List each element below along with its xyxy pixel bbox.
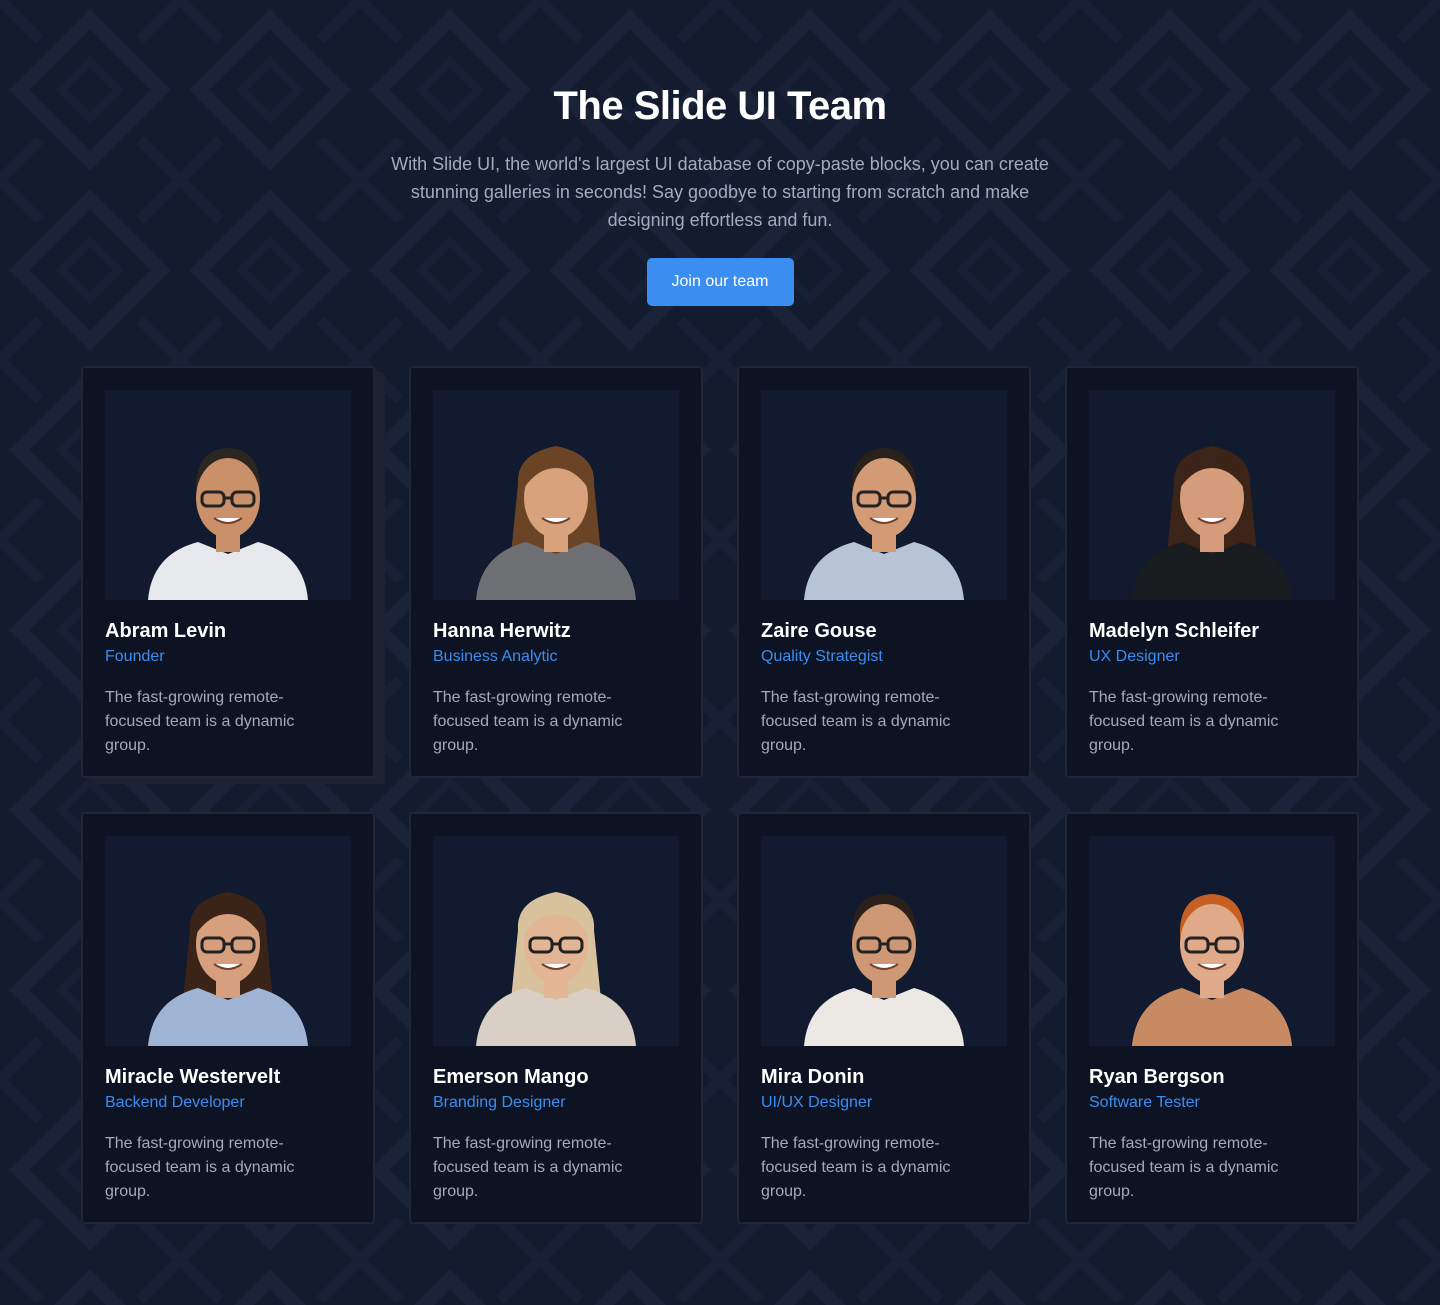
team-card: Emerson Mango Branding Designer The fast-g… (409, 812, 703, 1224)
portrait-illustration (804, 448, 964, 600)
team-card: Mira Donin UI/UX Designer The fast-growing… (737, 812, 1031, 1224)
portrait-illustration (148, 448, 308, 600)
team-member-name: Miracle Westervelt (105, 1066, 281, 1088)
team-member-photo (1089, 390, 1335, 600)
team-member-photo (761, 390, 1007, 600)
team-member-bio: The fast-growing remote-focused team is … (433, 1135, 623, 1200)
team-card: Ryan Bergson Software Tester The fast-grow… (1065, 812, 1359, 1224)
team-grid: Abram Levin Founder The fast-growing remot… (81, 366, 1359, 1224)
team-card: Abram Levin Founder The fast-growing remot… (81, 366, 375, 778)
team-member-role: UI/UX Designer (761, 1094, 873, 1111)
team-member-name: Madelyn Schleifer (1089, 620, 1260, 642)
portrait-illustration (804, 894, 964, 1046)
team-member-bio: The fast-growing remote-focused team is … (1089, 1135, 1279, 1200)
team-member-photo (433, 836, 679, 1046)
team-card: Zaire Gouse Quality Strategist The fast-gr… (737, 366, 1031, 778)
team-member-photo (761, 836, 1007, 1046)
team-member-bio: The fast-growing remote-focused team is … (105, 1135, 295, 1200)
team-member-bio: The fast-growing remote-focused team is … (761, 1135, 951, 1200)
team-member-photo (105, 836, 351, 1046)
team-member-name: Abram Levin (105, 620, 227, 642)
team-member-role: Founder (105, 648, 165, 665)
team-member-role: UX Designer (1089, 648, 1180, 665)
team-member-role: Backend Developer (105, 1094, 245, 1111)
portrait-illustration (1132, 446, 1292, 600)
team-member-bio: The fast-growing remote-focused team is … (105, 689, 295, 754)
team-card: Miracle Westervelt Backend Developer The f… (81, 812, 375, 1224)
hero-section: The Slide UI Team With Slide UI, the wor… (0, 0, 1440, 306)
page-title: The Slide UI Team (553, 84, 887, 128)
team-card: Madelyn Schleifer UX Designer The fast-gro… (1065, 366, 1359, 778)
team-card: Hanna Herwitz Business Analytic The fast-g… (409, 366, 703, 778)
portrait-illustration (148, 892, 308, 1046)
team-member-name: Mira Donin (761, 1066, 865, 1088)
join-team-button[interactable]: Join our team (646, 258, 794, 306)
team-member-bio: The fast-growing remote-focused team is … (433, 689, 623, 754)
team-member-name: Emerson Mango (433, 1066, 589, 1088)
team-member-role: Quality Strategist (761, 648, 883, 665)
team-member-photo (1089, 836, 1335, 1046)
team-member-role: Software Tester (1089, 1094, 1200, 1111)
team-member-bio: The fast-growing remote-focused team is … (761, 689, 951, 754)
team-member-photo (433, 390, 679, 600)
team-member-role: Branding Designer (433, 1094, 566, 1111)
hero-description: With Slide UI, the world's largest UI da… (391, 154, 1049, 230)
team-member-role: Business Analytic (433, 648, 558, 665)
portrait-illustration (476, 892, 636, 1046)
team-member-name: Hanna Herwitz (433, 620, 571, 642)
team-member-name: Zaire Gouse (761, 620, 877, 642)
portrait-illustration (476, 446, 636, 600)
team-member-photo (105, 390, 351, 600)
portrait-illustration (1132, 894, 1292, 1046)
team-member-bio: The fast-growing remote-focused team is … (1089, 689, 1279, 754)
team-member-name: Ryan Bergson (1089, 1066, 1225, 1088)
